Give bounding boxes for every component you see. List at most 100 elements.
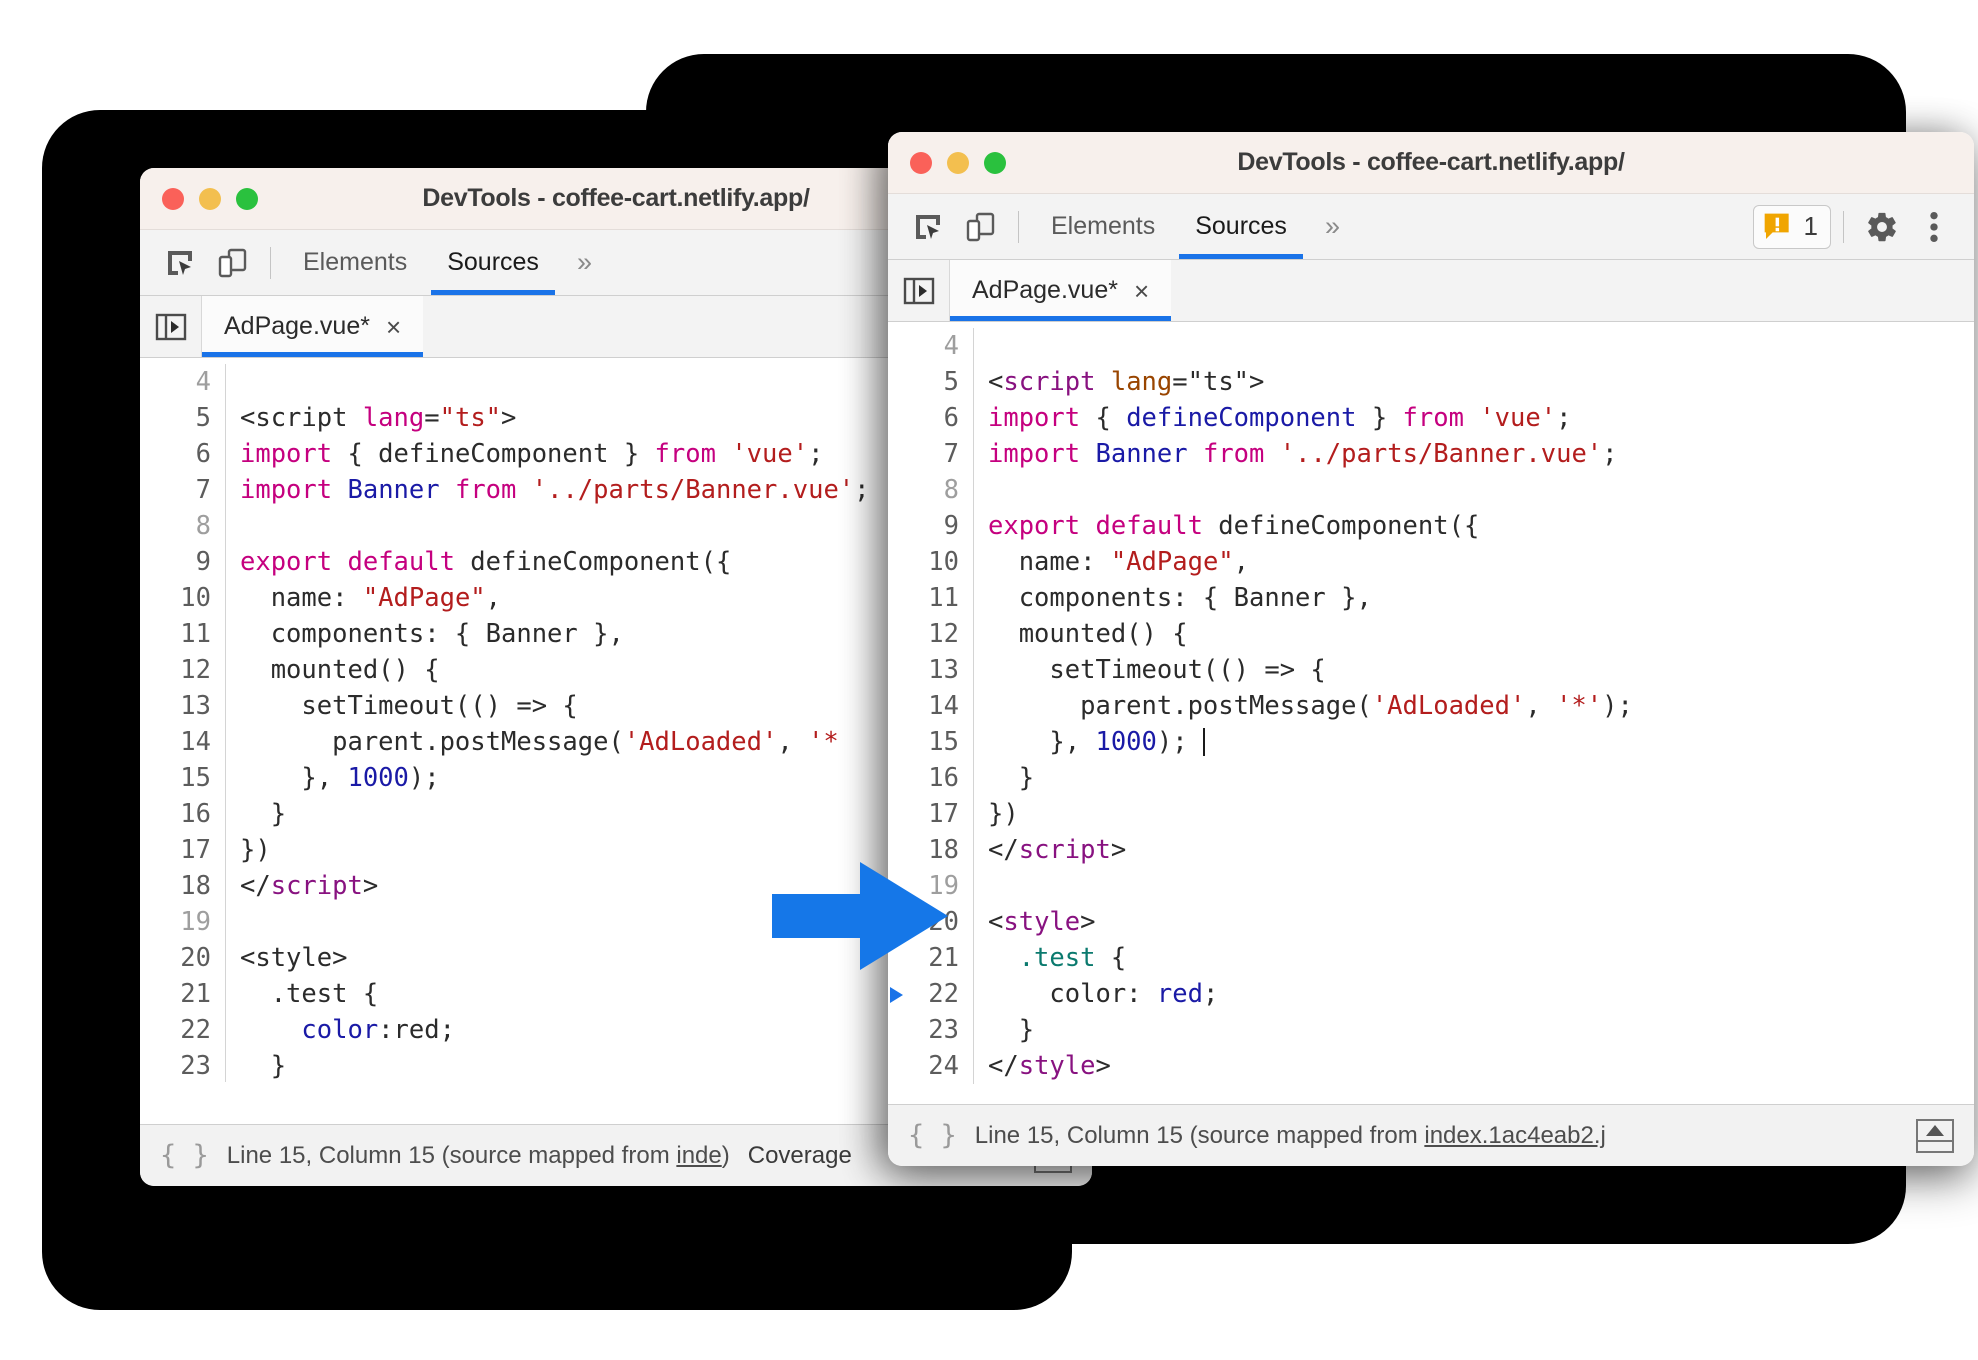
code-text: } [988, 763, 1035, 793]
code-text: export default defineComponent({ [240, 547, 732, 577]
devtools-toolbar-right: Elements Sources » 1 [888, 194, 1974, 260]
line-number: 11 [888, 580, 974, 616]
code-line[interactable]: 23 } [888, 1012, 1974, 1048]
code-line[interactable]: 10 name: "AdPage", [888, 544, 1974, 580]
navigator-toggle-icon[interactable] [888, 260, 950, 321]
line-number: 21 [140, 976, 226, 1012]
source-map-link[interactable]: index.1ac4eab2.j [1424, 1122, 1605, 1149]
line-number: 7 [888, 436, 974, 472]
tab-sources[interactable]: Sources [1175, 195, 1307, 259]
line-number: 6 [888, 400, 974, 436]
line-number: 5 [888, 364, 974, 400]
tab-elements[interactable]: Elements [1031, 195, 1175, 259]
line-number: 22 [888, 976, 974, 1012]
line-number: 24 [888, 1048, 974, 1084]
line-number: 8 [140, 508, 226, 544]
line-number: 16 [888, 760, 974, 796]
code-text: name: "AdPage", [988, 547, 1250, 577]
line-number: 6 [140, 436, 226, 472]
close-icon[interactable]: × [386, 314, 401, 340]
code-line[interactable]: 17}) [888, 796, 1974, 832]
source-map-link[interactable]: inde [676, 1142, 721, 1169]
coverage-label[interactable]: Coverage [748, 1142, 852, 1170]
code-line[interactable]: 8 [888, 472, 1974, 508]
line-number: 16 [140, 796, 226, 832]
right-arrow-icon [772, 862, 948, 970]
line-number: 20 [140, 940, 226, 976]
code-line[interactable]: 24 </style> [888, 1048, 1974, 1084]
code-text: .test { [988, 943, 1127, 973]
warning-bubble-icon [1764, 213, 1789, 239]
device-toolbar-icon[interactable] [958, 205, 1002, 249]
drawer-line [1918, 1139, 1952, 1142]
toolbar-right-right: 1 [1752, 204, 1960, 249]
code-line[interactable]: 5 <script lang="ts"> [888, 364, 1974, 400]
minimize-window-button[interactable] [199, 187, 221, 210]
more-panels-icon[interactable]: » [559, 247, 608, 278]
tab-elements[interactable]: Elements [283, 231, 427, 295]
code-line[interactable]: 19 [888, 868, 1974, 904]
file-tab-adpage[interactable]: AdPage.vue* × [202, 296, 424, 357]
pretty-print-icon[interactable]: { } [160, 1140, 209, 1171]
code-text: }) [240, 835, 271, 865]
file-tab-label: AdPage.vue* [224, 312, 370, 340]
code-line[interactable]: 7 import Banner from '../parts/Banner.vue… [888, 436, 1974, 472]
line-number: 12 [140, 652, 226, 688]
code-text: <script lang="ts"> [988, 367, 1265, 397]
inspect-element-icon[interactable] [906, 205, 950, 249]
code-line[interactable]: 4 [888, 328, 1974, 364]
code-text: components: { Banner }, [240, 619, 624, 649]
code-line[interactable]: 12 mounted() { [888, 616, 1974, 652]
code-line[interactable]: 20 <style> [888, 904, 1974, 940]
code-line[interactable]: 6 import { defineComponent } from 'vue'; [888, 400, 1974, 436]
code-line[interactable]: 18 </script> [888, 832, 1974, 868]
pretty-print-icon[interactable]: { } [908, 1120, 957, 1151]
line-number: 7 [140, 472, 226, 508]
code-text: <style> [988, 907, 1096, 937]
close-icon[interactable]: × [1134, 278, 1149, 304]
warning-badge[interactable]: 1 [1752, 204, 1831, 249]
code-text: </script> [988, 835, 1127, 865]
code-text: setTimeout(() => { [240, 691, 578, 721]
code-line[interactable]: 15 }, 1000); [888, 724, 1974, 760]
gear-icon[interactable] [1860, 205, 1904, 249]
navigator-toggle-icon[interactable] [140, 296, 202, 357]
line-number: 17 [888, 796, 974, 832]
code-line[interactable]: 9 export default defineComponent({ [888, 508, 1974, 544]
line-number: 15 [888, 724, 974, 760]
maximize-window-button[interactable] [984, 151, 1006, 174]
close-window-button[interactable] [162, 187, 184, 210]
line-number: 11 [140, 616, 226, 652]
inspect-element-icon[interactable] [158, 241, 202, 285]
drawer-arrow-up [1926, 1124, 1944, 1136]
code-text: import { defineComponent } from 'vue'; [988, 403, 1572, 433]
line-number: 23 [140, 1048, 226, 1082]
minimize-window-button[interactable] [947, 151, 969, 174]
more-options-icon[interactable] [1912, 205, 1956, 249]
more-panels-icon[interactable]: » [1307, 211, 1356, 242]
text-cursor [1202, 728, 1205, 756]
code-line[interactable]: 13 setTimeout(() => { [888, 652, 1974, 688]
line-number: 4 [140, 364, 226, 400]
code-text: <style> [240, 943, 348, 973]
code-line[interactable]: 21 .test { [888, 940, 1974, 976]
close-window-button[interactable] [910, 151, 932, 174]
window-title-right: DevTools - coffee-cart.netlify.app/ [1237, 148, 1625, 176]
drawer-toggle-icon[interactable] [1916, 1118, 1954, 1153]
tab-sources[interactable]: Sources [427, 231, 559, 295]
code-text: import Banner from '../parts/Banner.vue'… [988, 439, 1618, 469]
devtools-window-after: DevTools - coffee-cart.netlify.app/ Elem… [888, 132, 1974, 1166]
code-editor-right[interactable]: 4 5 <script lang="ts"> 6 import { defineComp… [888, 322, 1974, 1108]
line-number: 22 [140, 1012, 226, 1048]
device-toolbar-icon[interactable] [210, 241, 254, 285]
maximize-window-button[interactable] [236, 187, 258, 210]
line-number: 10 [888, 544, 974, 580]
code-line[interactable]: 11 components: { Banner }, [888, 580, 1974, 616]
code-text: } [240, 799, 287, 829]
code-line[interactable]: 16 } [888, 760, 1974, 796]
file-tab-adpage[interactable]: AdPage.vue* × [950, 260, 1172, 321]
screenshot-canvas: DevTools - coffee-cart.netlify.app/ Elem… [0, 0, 1978, 1360]
code-line[interactable]: 14 parent.postMessage('AdLoaded', '*'); [888, 688, 1974, 724]
status-bar-right: { } Line 15, Column 15 (source mapped fr… [888, 1104, 1974, 1166]
code-line[interactable]: 22 color: red; [888, 976, 1974, 1012]
